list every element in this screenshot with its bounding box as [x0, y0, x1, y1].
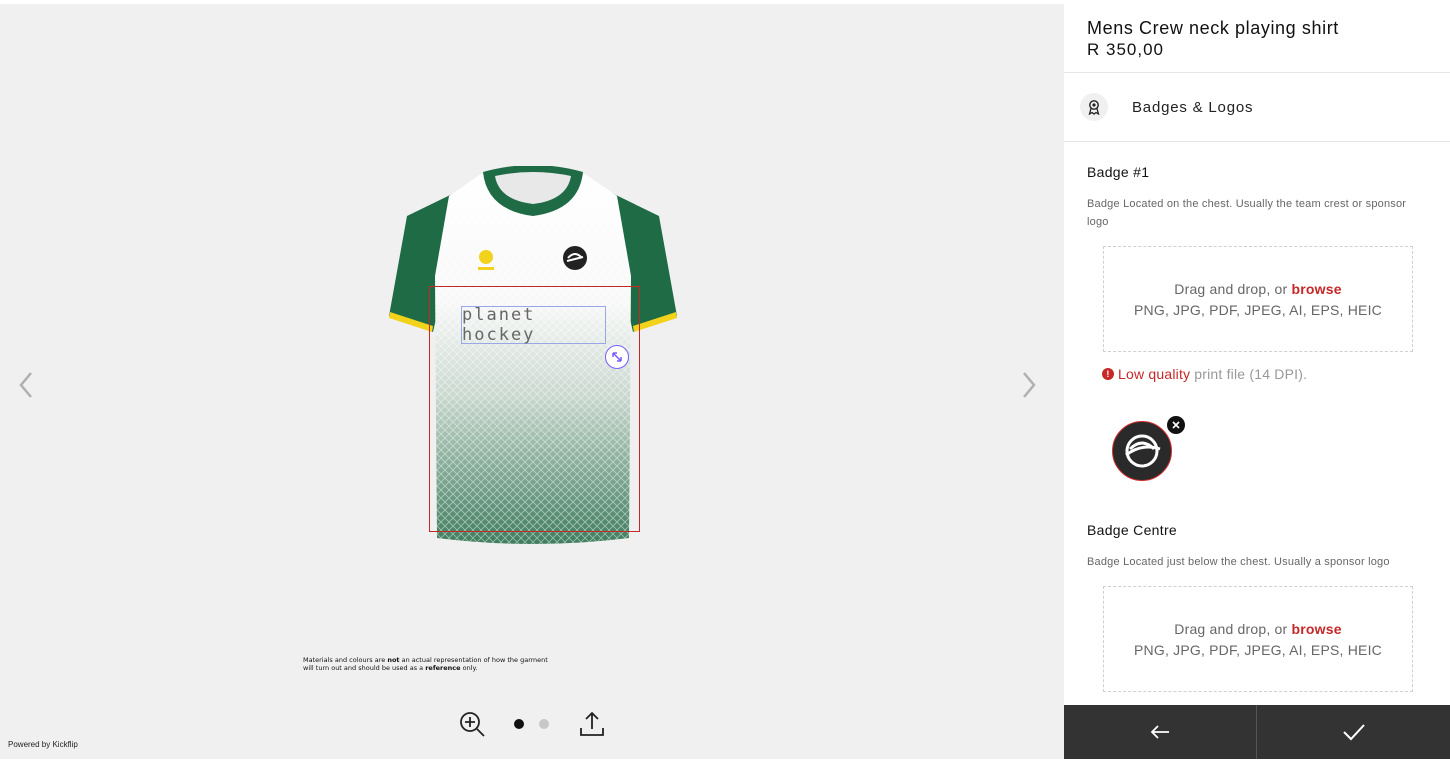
zoom-in-icon	[460, 712, 485, 737]
arrow-left-icon	[1150, 725, 1169, 739]
customization-panel: Mens Crew neck playing shirt R 350,00 Ba…	[1064, 0, 1450, 761]
divider	[1064, 141, 1450, 142]
disclaimer-bold: reference	[425, 664, 461, 672]
badge-centre-description: Badge Located just below the chest. Usua…	[1087, 556, 1390, 568]
dropzone-formats: PNG, JPG, PDF, JPEG, AI, EPS, HEIC	[1134, 301, 1382, 318]
badge-ribbon-icon	[1080, 93, 1108, 121]
powered-by[interactable]: Powered by Kickflip	[8, 740, 78, 749]
shirt-text-element[interactable]: planet hockey	[461, 305, 606, 345]
warning-detail: print file (14 DPI).	[1194, 366, 1308, 382]
dropzone-formats: PNG, JPG, PDF, JPEG, AI, EPS, HEIC	[1134, 641, 1382, 658]
chevron-left-icon	[19, 372, 32, 398]
back-button[interactable]	[1064, 705, 1257, 759]
confirm-button[interactable]	[1257, 705, 1450, 759]
planet-logo-icon	[1125, 434, 1161, 468]
product-price: R 350,00	[1087, 40, 1164, 59]
zoom-button[interactable]	[457, 709, 487, 739]
slide-dot-2[interactable]	[539, 719, 549, 729]
product-header: Mens Crew neck playing shirt R 350,00	[1087, 18, 1339, 60]
close-icon	[1172, 421, 1180, 429]
browse-link[interactable]: browse	[1292, 621, 1342, 637]
product-title: Mens Crew neck playing shirt	[1087, 18, 1339, 38]
badge-centre-dropzone[interactable]: Drag and drop, or browse PNG, JPG, PDF, …	[1103, 586, 1413, 692]
badge-1-description: Badge Located on the chest. Usually the …	[1087, 198, 1407, 228]
panel-footer	[1064, 705, 1450, 759]
shirt-text: planet hockey	[462, 305, 536, 345]
badge-1-title: Badge #1	[1087, 164, 1150, 180]
upload-icon	[580, 711, 604, 736]
alert-icon: !	[1102, 368, 1114, 380]
slide-dot-1[interactable]	[514, 719, 524, 729]
warning-strong: Low quality	[1118, 366, 1191, 382]
badge-centre-title: Badge Centre	[1087, 522, 1177, 538]
resize-handle[interactable]	[605, 345, 629, 369]
resize-icon	[612, 352, 622, 362]
uploaded-logo-thumbnail[interactable]	[1112, 421, 1172, 481]
disclaimer-bold: not	[387, 656, 400, 664]
dropzone-instructions: Drag and drop, or browse	[1174, 621, 1341, 637]
low-quality-warning: ! Low quality print file (14 DPI).	[1102, 366, 1307, 382]
browse-link[interactable]: browse	[1292, 281, 1342, 297]
dropzone-prefix: Drag and drop, or	[1174, 620, 1292, 637]
disclaimer-part: Materials and colours are	[303, 656, 388, 664]
chevron-right-icon	[1023, 372, 1036, 398]
disclaimer: Materials and colours are not an actual …	[303, 656, 553, 672]
disclaimer-part: only.	[460, 664, 478, 672]
powered-prefix: Powered by	[8, 740, 53, 749]
remove-logo-button[interactable]	[1167, 416, 1185, 434]
badge-1-dropzone[interactable]: Drag and drop, or browse PNG, JPG, PDF, …	[1103, 246, 1413, 352]
dropzone-prefix: Drag and drop, or	[1174, 280, 1292, 297]
dropzone-instructions: Drag and drop, or browse	[1174, 281, 1341, 297]
section-label: Badges & Logos	[1132, 99, 1254, 116]
section-badges-logos[interactable]: Badges & Logos	[1064, 73, 1450, 141]
checkmark-icon	[1342, 724, 1365, 741]
share-button[interactable]	[577, 709, 607, 739]
customizer-app: planet hockey Materials and colours are …	[0, 0, 1450, 761]
next-view-button[interactable]	[1015, 366, 1043, 404]
powered-brand: Kickflip	[52, 740, 78, 749]
previous-view-button[interactable]	[12, 366, 40, 404]
